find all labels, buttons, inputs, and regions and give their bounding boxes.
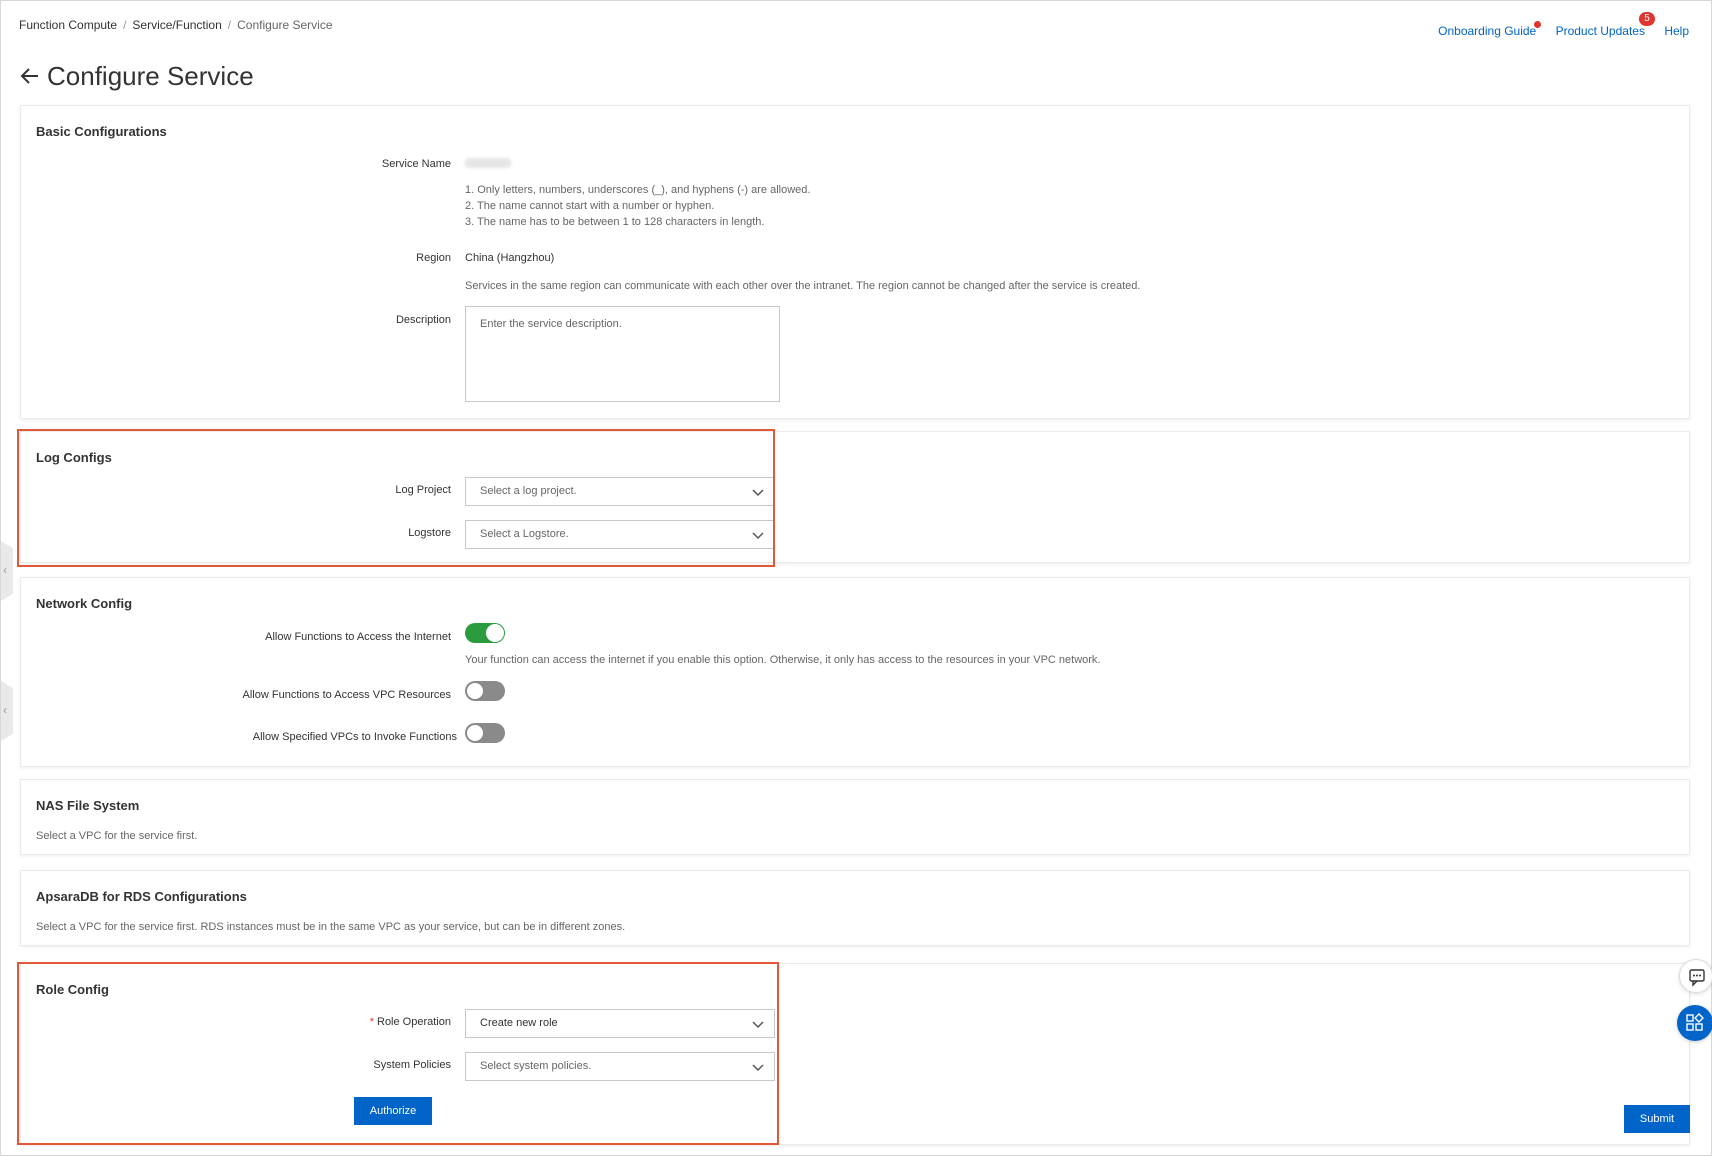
breadcrumb-separator: / <box>227 18 232 32</box>
collapse-arrow-icon[interactable]: ‹ <box>3 563 7 577</box>
submit-button[interactable]: Submit <box>1624 1105 1690 1133</box>
log-config-highlight <box>17 429 775 567</box>
internet-access-toggle[interactable] <box>465 623 505 643</box>
vpc-access-toggle[interactable] <box>465 681 505 701</box>
apps-icon <box>1686 1013 1704 1031</box>
product-updates-link[interactable]: Product Updates 5 <box>1555 12 1655 38</box>
collapse-arrow-icon[interactable]: ‹ <box>3 703 7 717</box>
rds-title: ApsaraDB for RDS Configurations <box>36 889 247 904</box>
breadcrumb-item-current: Configure Service <box>237 18 333 32</box>
notification-dot <box>1534 21 1542 28</box>
network-config-title: Network Config <box>36 596 133 611</box>
service-name-hint-3: 3. The name has to be between 1 to 128 c… <box>465 216 765 228</box>
onboarding-guide-label: Onboarding Guide <box>1438 24 1537 38</box>
top-links: Onboarding Guide Product Updates 5 Help <box>1422 12 1689 38</box>
basic-config-card: Basic Configurations Service Name 1. Onl… <box>20 105 1690 419</box>
description-textarea[interactable]: Enter the service description. <box>465 306 780 402</box>
internet-access-hint: Your function can access the internet if… <box>465 654 1101 666</box>
service-name-hint-1: 1. Only letters, numbers, underscores (_… <box>465 184 811 196</box>
app-frame: Function Compute / Service/Function / Config… <box>0 0 1712 1156</box>
internet-access-label: Allow Functions to Access the Internet <box>265 631 451 643</box>
vpc-invoke-label: Allow Specified VPCs to Invoke Functions <box>252 731 457 743</box>
breadcrumb: Function Compute / Service/Function / Config… <box>19 18 333 32</box>
region-label: Region <box>416 252 451 264</box>
updates-count-badge: 5 <box>1638 12 1655 26</box>
top-bar: Function Compute / Service/Function / Config… <box>19 12 1693 38</box>
back-arrow-icon[interactable] <box>19 65 41 87</box>
service-name-label: Service Name <box>381 158 451 170</box>
nas-title: NAS File System <box>36 798 140 813</box>
breadcrumb-separator: / <box>123 18 127 32</box>
nas-hint: Select a VPC for the service first. <box>36 830 198 842</box>
service-name-value <box>465 158 511 171</box>
region-value: China (Hangzhou) <box>465 252 555 264</box>
page-title: Configure Service <box>47 60 254 91</box>
role-config-highlight <box>17 962 779 1145</box>
chat-icon <box>1689 969 1705 987</box>
network-config-card: Network Config Allow Functions to Access… <box>20 577 1690 767</box>
vpc-invoke-toggle[interactable] <box>465 723 505 743</box>
onboarding-guide-link[interactable]: Onboarding Guide <box>1438 21 1542 38</box>
description-label: Description <box>395 314 451 326</box>
breadcrumb-item-function-compute[interactable]: Function Compute <box>19 18 117 32</box>
nas-card: NAS File System Select a VPC for the ser… <box>20 779 1690 855</box>
toggle-knob <box>486 624 504 642</box>
toggle-knob <box>466 682 484 700</box>
region-hint: Services in the same region can communic… <box>465 280 1141 292</box>
product-updates-label: Product Updates <box>1555 24 1645 38</box>
vpc-access-label: Allow Functions to Access VPC Resources <box>242 689 451 701</box>
page-header: Configure Service <box>19 59 254 93</box>
breadcrumb-item-service-function[interactable]: Service/Function <box>132 18 221 32</box>
apps-button[interactable] <box>1677 1005 1712 1041</box>
rds-card: ApsaraDB for RDS Configurations Select a… <box>20 870 1690 946</box>
service-name-hint-2: 2. The name cannot start with a number o… <box>465 200 715 212</box>
redacted-service-name <box>465 158 511 168</box>
help-link[interactable]: Help <box>1664 24 1689 38</box>
basic-config-title: Basic Configurations <box>36 124 167 139</box>
rds-hint: Select a VPC for the service first. RDS … <box>36 921 626 933</box>
toggle-knob <box>466 724 484 742</box>
chat-button[interactable] <box>1679 959 1712 993</box>
